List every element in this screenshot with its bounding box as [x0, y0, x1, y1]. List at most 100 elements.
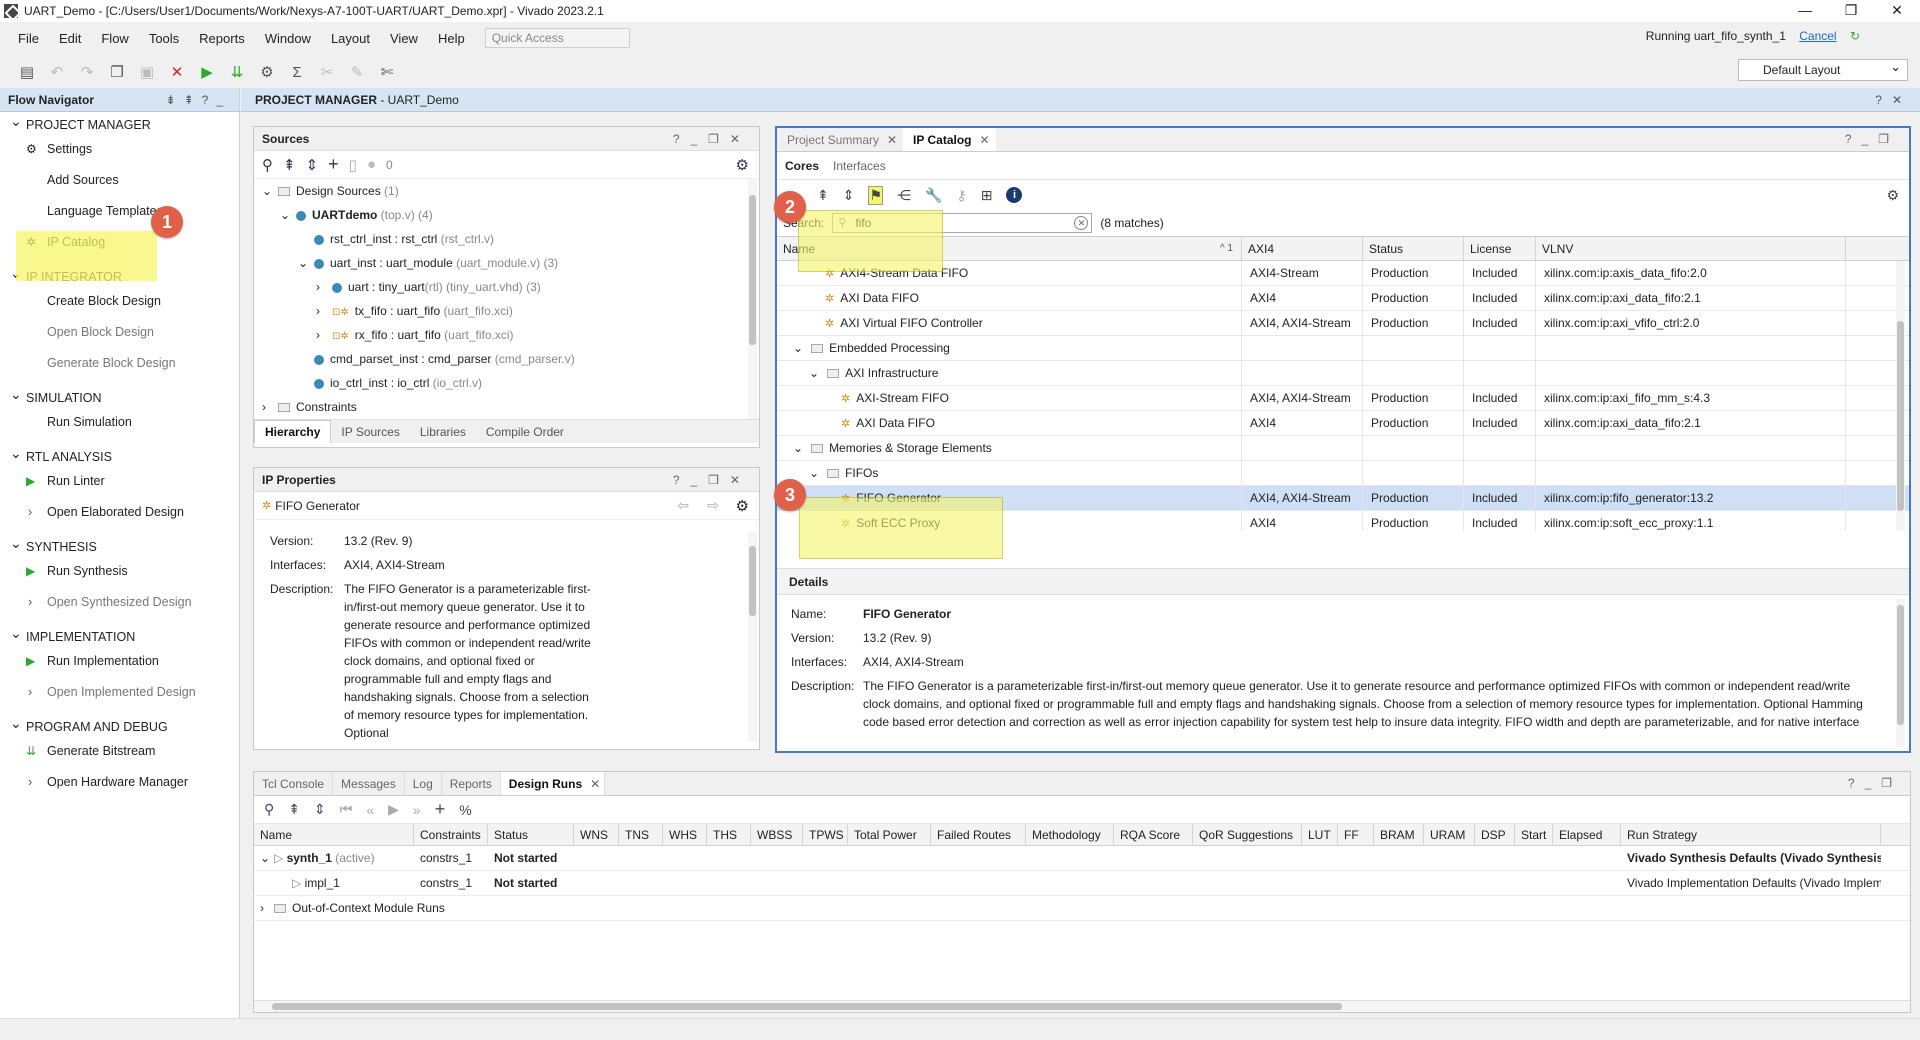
source-tree-row[interactable]: io_ctrl_inst : io_ctrl (io_ctrl.v): [260, 371, 759, 395]
add-icon[interactable]: +: [328, 154, 339, 175]
expand-icon[interactable]: [298, 347, 314, 371]
subtab-cores[interactable]: Cores: [785, 159, 819, 173]
col-methodology[interactable]: Methodology: [1026, 824, 1114, 845]
expand-all-icon[interactable]: ⇕: [306, 156, 319, 174]
redo-icon[interactable]: ↷: [74, 60, 100, 84]
col-tpws[interactable]: TPWS: [803, 824, 848, 845]
tab-ip-catalog[interactable]: IP Catalog ✕: [903, 128, 996, 151]
nav-item-run-implementation[interactable]: ▶ Run Implementation: [0, 646, 239, 677]
expand-icon[interactable]: ›: [262, 395, 278, 419]
col-dsp[interactable]: DSP: [1475, 824, 1515, 845]
add-icon[interactable]: +: [435, 799, 446, 820]
collapse-all-icon[interactable]: ⇞: [288, 801, 300, 818]
next-icon[interactable]: »: [413, 802, 421, 818]
source-tree-row[interactable]: › Constraints: [260, 395, 759, 419]
nav-item-run-simulation[interactable]: Run Simulation: [0, 407, 239, 438]
source-tree-row[interactable]: ⌄ Design Sources (1): [260, 179, 759, 203]
expand-icon[interactable]: ⌄: [809, 366, 819, 380]
nav-item-run-synthesis[interactable]: ▶ Run Synthesis: [0, 556, 239, 587]
col-failed-routes[interactable]: Failed Routes: [931, 824, 1026, 845]
nav-item-generate-block-design[interactable]: Generate Block Design: [0, 348, 239, 379]
play-icon[interactable]: ▶: [388, 801, 399, 818]
source-tree-row[interactable]: › uart : tiny_uart(rtl) (tiny_uart.vhd) (…: [260, 275, 759, 299]
tab-libraries[interactable]: Libraries: [410, 421, 476, 443]
tab-messages[interactable]: Messages: [333, 772, 405, 795]
run-row-synth-1[interactable]: ⌄ ▷ synth_1 (active) constrs_1 Not started V…: [254, 846, 1910, 871]
nav-item-open-implemented-design[interactable]: › Open Implemented Design: [0, 677, 239, 708]
menu-file[interactable]: File: [8, 31, 49, 46]
col-qor-suggestions[interactable]: QoR Suggestions: [1193, 824, 1302, 845]
ip-table-scrollbar[interactable]: [1896, 261, 1905, 531]
tab-ip-sources[interactable]: IP Sources: [331, 421, 409, 443]
col-wbss[interactable]: WBSS: [751, 824, 803, 845]
document-icon[interactable]: ▯: [349, 156, 357, 174]
menu-reports[interactable]: Reports: [189, 31, 255, 46]
col-start[interactable]: Start: [1515, 824, 1553, 845]
hierarchy-icon[interactable]: ⋲: [897, 187, 911, 204]
wrench-icon[interactable]: 🔧: [925, 187, 942, 204]
menu-flow[interactable]: Flow: [91, 31, 138, 46]
col-vlnv[interactable]: VLNV: [1536, 237, 1846, 260]
expand-icon[interactable]: ⌄: [262, 179, 278, 203]
ip-row-axi-data-fifo[interactable]: ✲ AXI Data FIFO AXI4 Production Included xili…: [777, 411, 1909, 436]
expand-icon[interactable]: ›: [316, 275, 332, 299]
tab-project-summary[interactable]: Project Summary ✕: [777, 128, 903, 151]
gear-icon[interactable]: ⚙: [1886, 187, 1899, 204]
tab-log[interactable]: Log: [405, 772, 442, 795]
details-scrollbar[interactable]: [1896, 599, 1905, 747]
previous-icon[interactable]: «: [366, 802, 374, 818]
out-of-context-row[interactable]: › Out-of-Context Module Runs: [254, 896, 1910, 921]
tab-compile-order[interactable]: Compile Order: [476, 421, 574, 443]
nav-item-language-templates[interactable]: Language Templates: [0, 196, 239, 227]
flow-navigator-controls-icon[interactable]: ⇟⇞?_: [166, 88, 231, 112]
expand-all-icon[interactable]: ⇕: [843, 187, 855, 204]
col-whs[interactable]: WHS: [663, 824, 707, 845]
gear-icon[interactable]: ⚙: [736, 156, 749, 174]
clear-search-icon[interactable]: ✕: [1074, 216, 1089, 230]
source-tree-row[interactable]: ⌄ uart_inst : uart_module (uart_module.v)…: [260, 251, 759, 275]
quick-access-input[interactable]: Quick Access: [484, 28, 630, 48]
subtab-interfaces[interactable]: Interfaces: [833, 159, 886, 173]
search-icon[interactable]: ⚲: [264, 801, 274, 818]
col-tns[interactable]: TNS: [619, 824, 663, 845]
undo-icon[interactable]: ↶: [44, 60, 70, 84]
maximize-button[interactable]: ❐: [1828, 0, 1874, 22]
ip-row-embedded-processing[interactable]: ⌄ Embedded Processing: [777, 336, 1909, 361]
expand-icon[interactable]: ⌄: [793, 341, 803, 355]
back-arrow-icon[interactable]: ⇦: [677, 497, 689, 514]
chip-icon[interactable]: ⊞: [981, 187, 993, 204]
source-tree-row[interactable]: ⌄ UARTdemo (top.v) (4): [260, 203, 759, 227]
percent-icon[interactable]: %: [459, 802, 471, 818]
menu-view[interactable]: View: [380, 31, 428, 46]
col-license[interactable]: License: [1464, 237, 1536, 260]
ip-row-axi4-stream-data-fifo[interactable]: ✲ AXI4-Stream Data FIFO AXI4-Stream Product…: [777, 261, 1909, 286]
menu-layout[interactable]: Layout: [321, 31, 380, 46]
tool-a-icon[interactable]: ✂: [314, 60, 340, 84]
section-implementation[interactable]: IMPLEMENTATION: [10, 625, 239, 646]
expand-icon[interactable]: ⌄: [298, 251, 314, 275]
sigma-icon[interactable]: Σ: [284, 60, 310, 84]
menu-edit[interactable]: Edit: [49, 31, 91, 46]
tab-design-runs[interactable]: Design Runs ✕: [500, 772, 606, 795]
info-icon[interactable]: i: [1006, 187, 1023, 203]
col-rqa-score[interactable]: RQA Score: [1114, 824, 1193, 845]
source-tree-row[interactable]: › ⊡✲ tx_fifo : uart_fifo (uart_fifo.xci): [260, 299, 759, 323]
tool-b-icon[interactable]: ✎: [344, 60, 370, 84]
col-ff[interactable]: FF: [1338, 824, 1374, 845]
copy-icon[interactable]: ❐: [104, 60, 130, 84]
section-rtl-analysis[interactable]: RTL ANALYSIS: [10, 445, 239, 466]
expand-icon[interactable]: [298, 371, 314, 395]
expand-icon[interactable]: ›: [316, 299, 332, 323]
panel-controls-icon[interactable]: ?_❐: [1845, 132, 1899, 146]
expand-all-icon[interactable]: ⇕: [314, 801, 326, 818]
ip-properties-scrollbar[interactable]: [748, 532, 757, 742]
program-icon[interactable]: ⇊: [224, 60, 250, 84]
layout-select[interactable]: Default Layout: [1738, 57, 1908, 81]
nav-item-settings[interactable]: ⚙ Settings: [0, 134, 239, 165]
col-constraints[interactable]: Constraints: [414, 824, 488, 845]
search-icon[interactable]: ⚲: [262, 156, 273, 174]
expand-icon[interactable]: ⌄: [280, 203, 296, 227]
tab-hierarchy[interactable]: Hierarchy: [254, 420, 332, 443]
expand-icon[interactable]: ⌄: [809, 466, 819, 480]
expand-icon[interactable]: ⌄: [793, 441, 803, 455]
